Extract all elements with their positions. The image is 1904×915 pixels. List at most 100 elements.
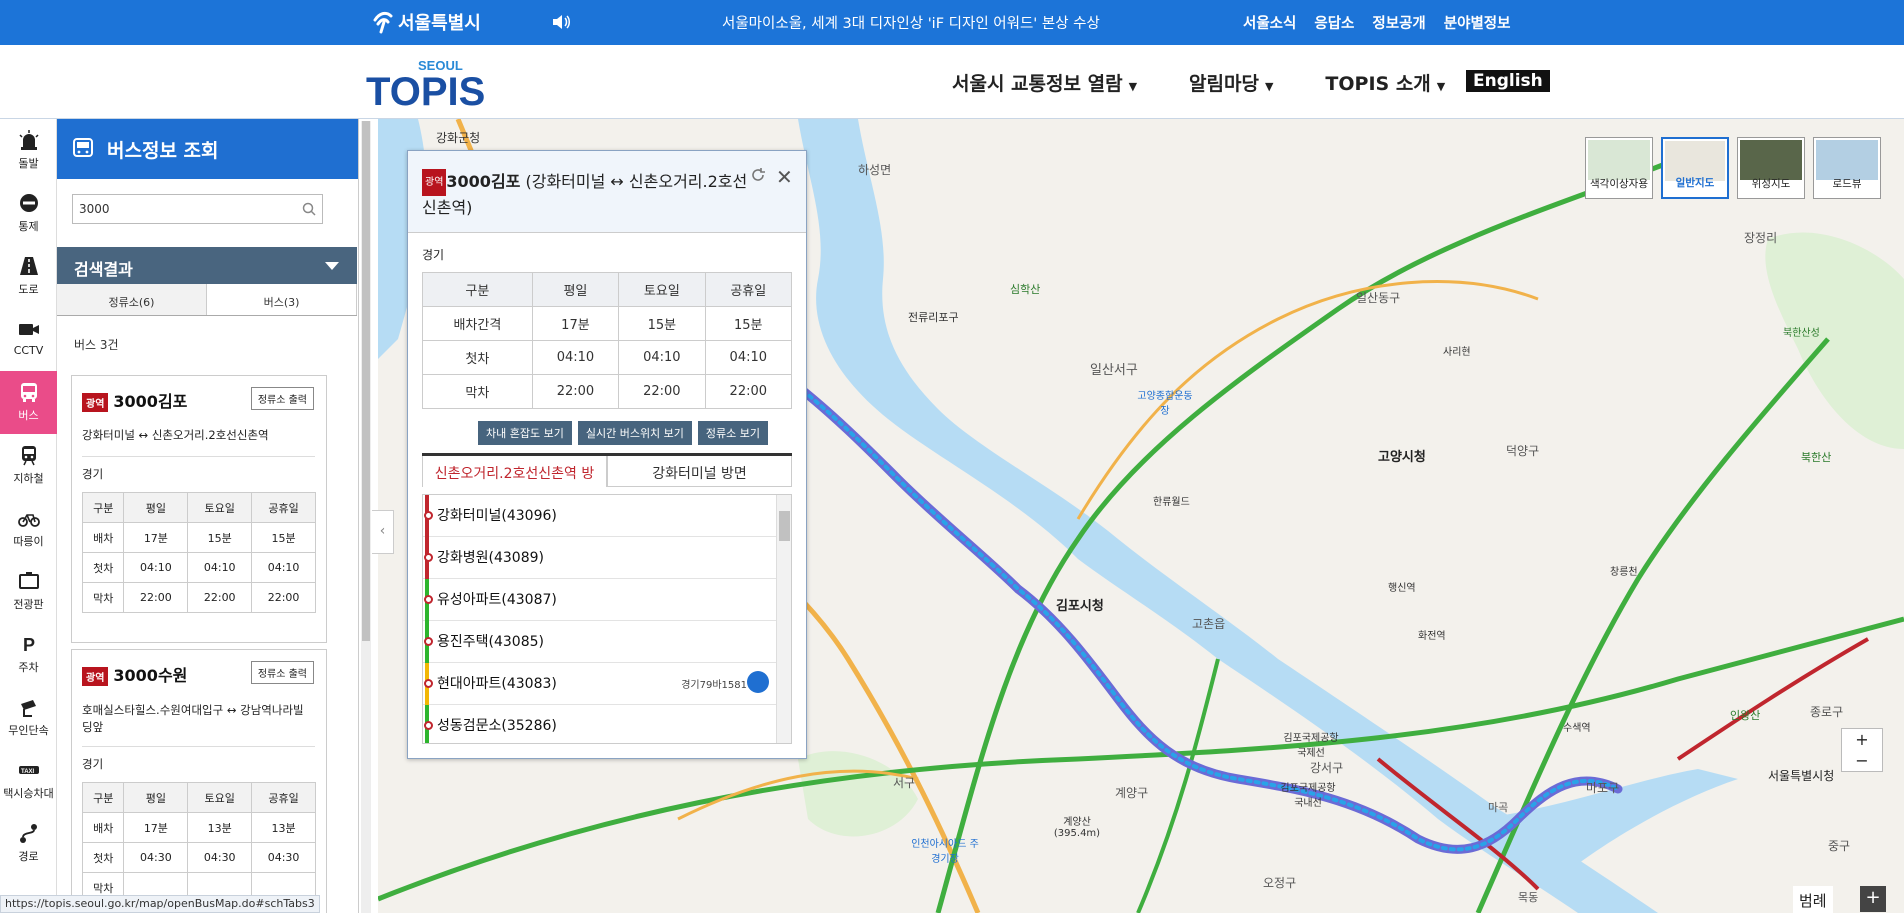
- seoul-logo-icon: [373, 11, 393, 34]
- zoom-control: + −: [1841, 728, 1883, 772]
- map-label: 전류리포구: [908, 311, 959, 324]
- english-button[interactable]: English: [1466, 70, 1550, 92]
- stop-marker-icon: [424, 511, 433, 520]
- menu-parking[interactable]: P 주차: [0, 623, 57, 686]
- map-label: 계양구: [1115, 786, 1149, 800]
- map-type-normal[interactable]: 일반지도: [1661, 137, 1729, 199]
- menu-ttareungyi[interactable]: 따릉이: [0, 497, 57, 560]
- menu-route[interactable]: 경로: [0, 812, 57, 875]
- popup-actions: 차내 혼잡도 보기 실시간 버스위치 보기 정류소 보기: [478, 421, 769, 445]
- divider: [82, 746, 315, 747]
- map-label: 인왕산: [1730, 709, 1761, 722]
- stop-list: 강화터미널(43096) 강화병원(43089) 유성아파트(43087) 용진…: [422, 494, 792, 744]
- menu-subway[interactable]: 지하철: [0, 434, 57, 497]
- panel-scrollbar[interactable]: [361, 121, 371, 913]
- refresh-icon[interactable]: [750, 167, 766, 183]
- result-count: 버스 3건: [74, 338, 119, 352]
- notice-text[interactable]: 서울마이소울, 세계 3대 디자인상 'iF 디자인 어워드' 본상 수상: [722, 12, 1100, 33]
- route-type-badge: 광역: [82, 667, 109, 686]
- stop-list-scrollbar[interactable]: [776, 495, 791, 743]
- list-item[interactable]: 강화터미널(43096): [423, 495, 791, 537]
- bus-location-icon[interactable]: [747, 671, 769, 693]
- map-type-satellite[interactable]: 위성지도: [1737, 137, 1805, 199]
- stop-marker-icon: [424, 595, 433, 604]
- nav-traffic-info[interactable]: 서울시 교통정보 열람 ▼: [952, 69, 1137, 96]
- list-item[interactable]: 강화병원(43089): [423, 537, 791, 579]
- list-item[interactable]: 성동검문소(35286): [423, 705, 791, 743]
- menu-road[interactable]: 도로: [0, 245, 57, 308]
- popup-title: 광역 3000김포 (강화터미널 ↔ 신촌오거리.2호선신촌역): [422, 169, 752, 219]
- map-label: 한류월드: [1153, 497, 1190, 508]
- link-info-disclosure[interactable]: 정보공개: [1372, 12, 1425, 33]
- speed-camera-icon: [20, 700, 36, 717]
- link-seoul-news[interactable]: 서울소식: [1243, 12, 1296, 33]
- bus-result-card[interactable]: 광역 3000김포 정류소 출력 강화터미널 ↔ 신촌오거리.2호선신촌역 경기 …: [71, 375, 327, 643]
- parking-icon: P: [23, 635, 35, 655]
- print-stops-button[interactable]: 정류소 출력: [250, 387, 314, 410]
- route-icon: [19, 824, 37, 843]
- map-label: 강서구: [1310, 761, 1344, 775]
- route-text: 호매실스타힐스.수원여대입구 ↔ 강남역나라빌딩앞: [82, 703, 304, 734]
- area-label: 경기: [82, 467, 104, 481]
- map-label: 김포국제공항 국제선: [1283, 733, 1339, 759]
- topis-logo[interactable]: SEOUL TOPIS: [366, 53, 488, 111]
- list-item[interactable]: 현대아파트(43083) 경기79바1581: [423, 663, 791, 705]
- route-type-badge: 광역: [82, 393, 109, 412]
- legend-label[interactable]: 범례: [1793, 886, 1833, 915]
- bus-plate: 경기79바1581: [681, 680, 747, 691]
- tab-stops[interactable]: 정류소(6): [57, 284, 207, 315]
- list-item[interactable]: 유성아파트(43087): [423, 579, 791, 621]
- scrollbar-thumb[interactable]: [362, 121, 370, 641]
- stop-marker-icon: [424, 637, 433, 646]
- map-type-roadview[interactable]: 로드뷰: [1813, 137, 1881, 199]
- map-label: 마곡: [1488, 801, 1509, 814]
- tab-direction-ganghwa[interactable]: 강화터미널 방면: [607, 456, 792, 487]
- seoul-city-link[interactable]: 서울특별시: [372, 9, 481, 35]
- top-bar: 서울특별시 서울마이소울, 세계 3대 디자인상 'iF 디자인 어워드' 본상…: [0, 0, 1904, 45]
- menu-speed-camera[interactable]: 무인단속: [0, 686, 57, 749]
- menu-control[interactable]: 통제: [0, 182, 57, 245]
- speaker-icon[interactable]: [551, 13, 571, 31]
- bus-number: 광역 3000수원: [82, 662, 187, 686]
- close-icon[interactable]: ✕: [776, 165, 793, 189]
- bus-result-card[interactable]: 광역 3000수원 정류소 출력 호매실스타힐스.수원여대입구 ↔ 강남역나라빌딩…: [71, 649, 327, 913]
- link-field-info[interactable]: 분야별정보: [1444, 12, 1511, 33]
- map-type-colorblind[interactable]: 색각이상자용: [1585, 137, 1653, 199]
- tab-bus[interactable]: 버스(3): [207, 284, 357, 315]
- collapse-panel-button[interactable]: ‹: [372, 510, 394, 554]
- camera-icon: [18, 324, 39, 335]
- divider: [82, 456, 315, 457]
- menu-incident[interactable]: 돌발: [0, 119, 57, 182]
- bus-number: 광역 3000김포: [82, 388, 187, 412]
- zoom-in-button[interactable]: +: [1842, 729, 1882, 750]
- menu-cctv[interactable]: CCTV: [0, 308, 57, 371]
- congestion-button[interactable]: 차내 혼잡도 보기: [478, 421, 572, 445]
- route-text: 강화터미널 ↔ 신촌오거리.2호선신촌역: [82, 428, 269, 442]
- list-item[interactable]: 용진주택(43085): [423, 621, 791, 663]
- nav-notice-board[interactable]: 알림마당 ▼: [1189, 69, 1273, 96]
- scrollbar-thumb[interactable]: [779, 511, 790, 541]
- menu-signboard[interactable]: 전광판: [0, 560, 57, 623]
- search-results-header[interactable]: 검색결과: [57, 247, 357, 284]
- site-header: SEOUL TOPIS 서울시 교통정보 열람 ▼ 알림마당 ▼ TOPIS 소개 ▼…: [0, 45, 1904, 119]
- map-label: 강화군청: [436, 131, 481, 145]
- realtime-location-button[interactable]: 실시간 버스위치 보기: [577, 421, 692, 445]
- map-label: 수색역: [1563, 723, 1591, 734]
- zoom-out-button[interactable]: −: [1842, 750, 1882, 771]
- link-eungdapso[interactable]: 응답소: [1314, 12, 1354, 33]
- legend-expand-button[interactable]: +: [1860, 886, 1886, 912]
- tab-direction-sinchon[interactable]: 신촌오거리.2호선신촌역 방: [422, 456, 607, 487]
- map-label: 김포국제공항 국내선: [1280, 783, 1336, 809]
- bus-detail-popup: 광역 3000김포 (강화터미널 ↔ 신촌오거리.2호선신촌역) ✕ 경기 구분 평…: [407, 150, 807, 759]
- view-stops-button[interactable]: 정류소 보기: [697, 421, 769, 445]
- search-icon[interactable]: [302, 202, 316, 216]
- result-tabs: 정류소(6) 버스(3): [57, 284, 357, 316]
- route-type-badge: 광역: [422, 169, 447, 196]
- bus-search-input[interactable]: 3000: [72, 194, 323, 224]
- map-label: 일산동구: [1356, 291, 1401, 305]
- print-stops-button[interactable]: 정류소 출력: [250, 661, 314, 684]
- nav-topis-intro[interactable]: TOPIS 소개 ▼: [1325, 69, 1445, 96]
- map-label: 고양시청: [1378, 450, 1426, 465]
- menu-bus[interactable]: 버스: [0, 371, 57, 434]
- menu-taxi-stand[interactable]: TAXI 택시승차대: [0, 749, 57, 812]
